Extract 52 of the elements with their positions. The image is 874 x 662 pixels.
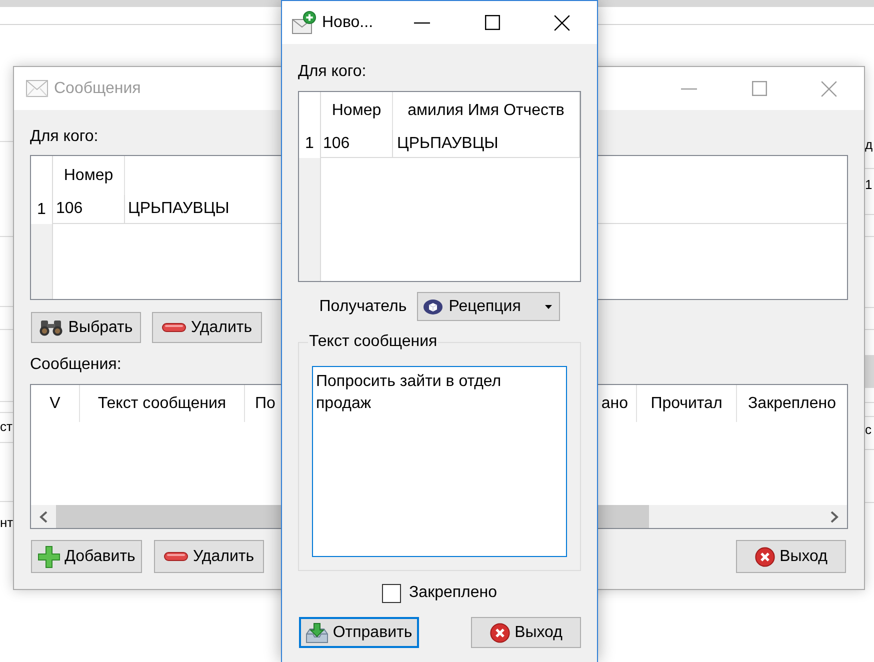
column-header: Номер (53, 156, 125, 195)
recipient-dropdown[interactable]: Рецепция (416, 292, 560, 321)
minus-icon (164, 552, 188, 561)
table-cell-text: ст (0, 418, 12, 436)
x-circle-icon (490, 622, 510, 642)
window-title: Ново... (322, 14, 374, 32)
column-header: По (254, 394, 276, 414)
envelope-plus-icon (292, 10, 316, 34)
column-header: Номер (321, 92, 393, 130)
table-header-bar (865, 356, 874, 388)
column-header: V (31, 385, 80, 422)
select-button[interactable]: Выбрать (31, 312, 141, 343)
add-button[interactable]: Добавить (31, 540, 142, 573)
minimize-icon[interactable] (414, 22, 430, 24)
delete-button[interactable]: Удалить (152, 312, 262, 343)
envelope-icon (26, 80, 48, 97)
table-cell-text: с (865, 421, 872, 439)
close-icon[interactable] (554, 14, 570, 30)
binoculars-icon (39, 320, 64, 336)
table-cell: ЦРЬПАУВЦЫ (125, 195, 280, 224)
table-cell: 106 (321, 130, 393, 158)
column-header: Прочитал (637, 385, 737, 422)
table-cell-text: нт (0, 514, 14, 532)
pinned-checkbox[interactable] (382, 584, 401, 602)
pinned-label: Закреплено (409, 583, 497, 603)
chevron-right-icon[interactable] (830, 510, 839, 522)
column-header: амилия Имя Отчеств (393, 92, 580, 130)
exit-button[interactable]: Выход (471, 617, 581, 648)
table-cell-text: д (865, 136, 873, 154)
maximize-icon[interactable] (484, 15, 500, 30)
table-cell-text: 1 (865, 176, 872, 194)
plus-icon (38, 546, 60, 568)
inbox-arrow-icon (306, 622, 328, 642)
minus-icon (162, 323, 186, 332)
send-button[interactable]: Отправить (299, 617, 419, 648)
window-title: Сообщения (54, 80, 141, 98)
caret-icon (544, 304, 552, 308)
recipients-label: Для кого: (298, 62, 366, 82)
recipient-type-label: Получатель (319, 296, 407, 316)
exit-button[interactable]: Выход (736, 540, 846, 573)
x-circle-icon (754, 546, 775, 566)
column-header: Текст сообщения (80, 385, 245, 422)
delete-button[interactable]: Удалить (154, 540, 264, 573)
messages-label: Сообщения: (30, 355, 122, 375)
chevron-left-icon[interactable] (39, 510, 48, 522)
recipients-label: Для кого: (30, 127, 98, 147)
message-text-field[interactable]: Попросить зайти в отдел продаж (312, 366, 567, 557)
cube-icon (422, 298, 443, 314)
table-cell: ЦРЬПАУВЦЫ (393, 130, 580, 158)
table-cell: 106 (53, 195, 125, 224)
group-title: Текст сообщения (308, 332, 438, 352)
column-header: Закреплено (747, 394, 837, 414)
